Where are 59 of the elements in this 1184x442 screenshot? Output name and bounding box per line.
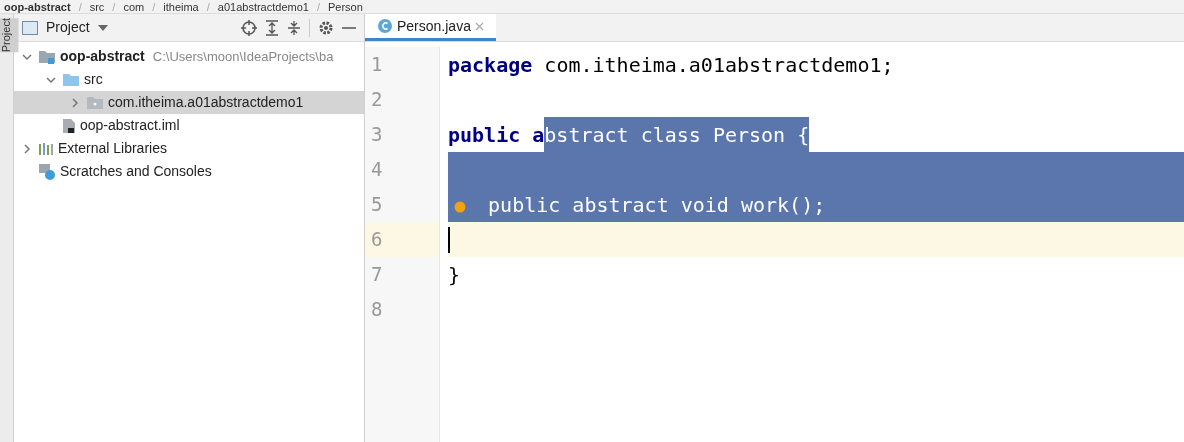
breadcrumb-separator: / <box>316 1 320 13</box>
file-icon <box>62 117 76 134</box>
project-tool-tab[interactable]: Project <box>0 18 19 53</box>
line-number: 8 <box>371 297 383 323</box>
tree-item-label: Scratches and Consoles <box>60 162 212 181</box>
close-icon[interactable] <box>474 21 484 31</box>
chevron-down-icon[interactable] <box>46 74 56 85</box>
breadcrumb-separator: / <box>206 1 210 13</box>
tree-item-label: oop-abstract <box>60 47 145 66</box>
tree-item[interactable]: External Libraries <box>14 137 364 160</box>
folder-icon <box>62 72 80 87</box>
settings-icon[interactable] <box>318 19 334 36</box>
scratches-icon <box>38 162 56 181</box>
line-number: 2 <box>371 87 383 113</box>
breadcrumb-item[interactable]: src <box>89 1 105 13</box>
breadcrumb-separator: / <box>152 1 156 13</box>
tab-label: Person.java <box>397 16 471 36</box>
locate-icon[interactable] <box>241 19 257 36</box>
code-text: } <box>448 261 461 289</box>
tree-item-label: External Libraries <box>58 139 167 158</box>
dropdown-caret-icon[interactable] <box>97 24 108 31</box>
line-number: 4 <box>371 157 383 183</box>
project-view-icon <box>22 20 38 35</box>
line-number: 7 <box>371 262 383 288</box>
code-text: package <box>448 51 533 79</box>
package-folder-icon <box>86 95 104 110</box>
tree-item[interactable]: oop-abstract.iml <box>14 114 364 137</box>
module-path: C:\Users\moon\IdeaProjects\ba <box>152 47 334 66</box>
breadcrumb-separator: / <box>112 1 116 13</box>
tree-item-label: src <box>84 70 103 89</box>
collapse-all-icon[interactable] <box>287 19 301 36</box>
line-number: 5 <box>371 192 383 218</box>
breadcrumb-item[interactable]: com <box>123 1 145 13</box>
tree-item[interactable]: com.itheima.a01abstractdemo1 <box>14 91 364 114</box>
line-number: 1 <box>371 52 383 78</box>
breadcrumb-item[interactable]: a01abstractdemo1 <box>217 1 309 13</box>
code-text: bstract class Person { <box>544 117 810 152</box>
chevron-right-icon[interactable] <box>22 143 32 154</box>
editor-tab[interactable]: Person.java <box>365 14 496 41</box>
breadcrumb-separator: / <box>78 1 82 13</box>
libraries-icon <box>38 141 54 156</box>
breadcrumb-item[interactable]: Person <box>328 1 363 13</box>
tree-item-label: com.itheima.a01abstractdemo1 <box>108 93 304 112</box>
tree-item[interactable]: src <box>14 68 364 91</box>
chevron-right-icon[interactable] <box>70 97 80 108</box>
line-number: 3 <box>371 122 383 148</box>
expand-all-icon[interactable] <box>265 19 279 36</box>
code-text: public a <box>448 121 545 149</box>
breadcrumb-item[interactable]: itheima <box>163 1 199 13</box>
minimize-icon[interactable] <box>342 25 356 30</box>
class-file-icon <box>377 18 393 34</box>
breadcrumb-item[interactable]: oop-abstract <box>4 1 71 13</box>
tree-item[interactable]: Scratches and Consoles <box>14 160 364 183</box>
panel-title[interactable]: Project <box>46 17 90 38</box>
code-text: com.itheima.a01abstractdemo1; <box>543 51 894 79</box>
line-number: 6 <box>371 227 383 253</box>
tree-item-label: oop-abstract.iml <box>80 116 180 135</box>
chevron-down-icon[interactable] <box>22 51 32 62</box>
module-folder-icon <box>38 48 56 65</box>
